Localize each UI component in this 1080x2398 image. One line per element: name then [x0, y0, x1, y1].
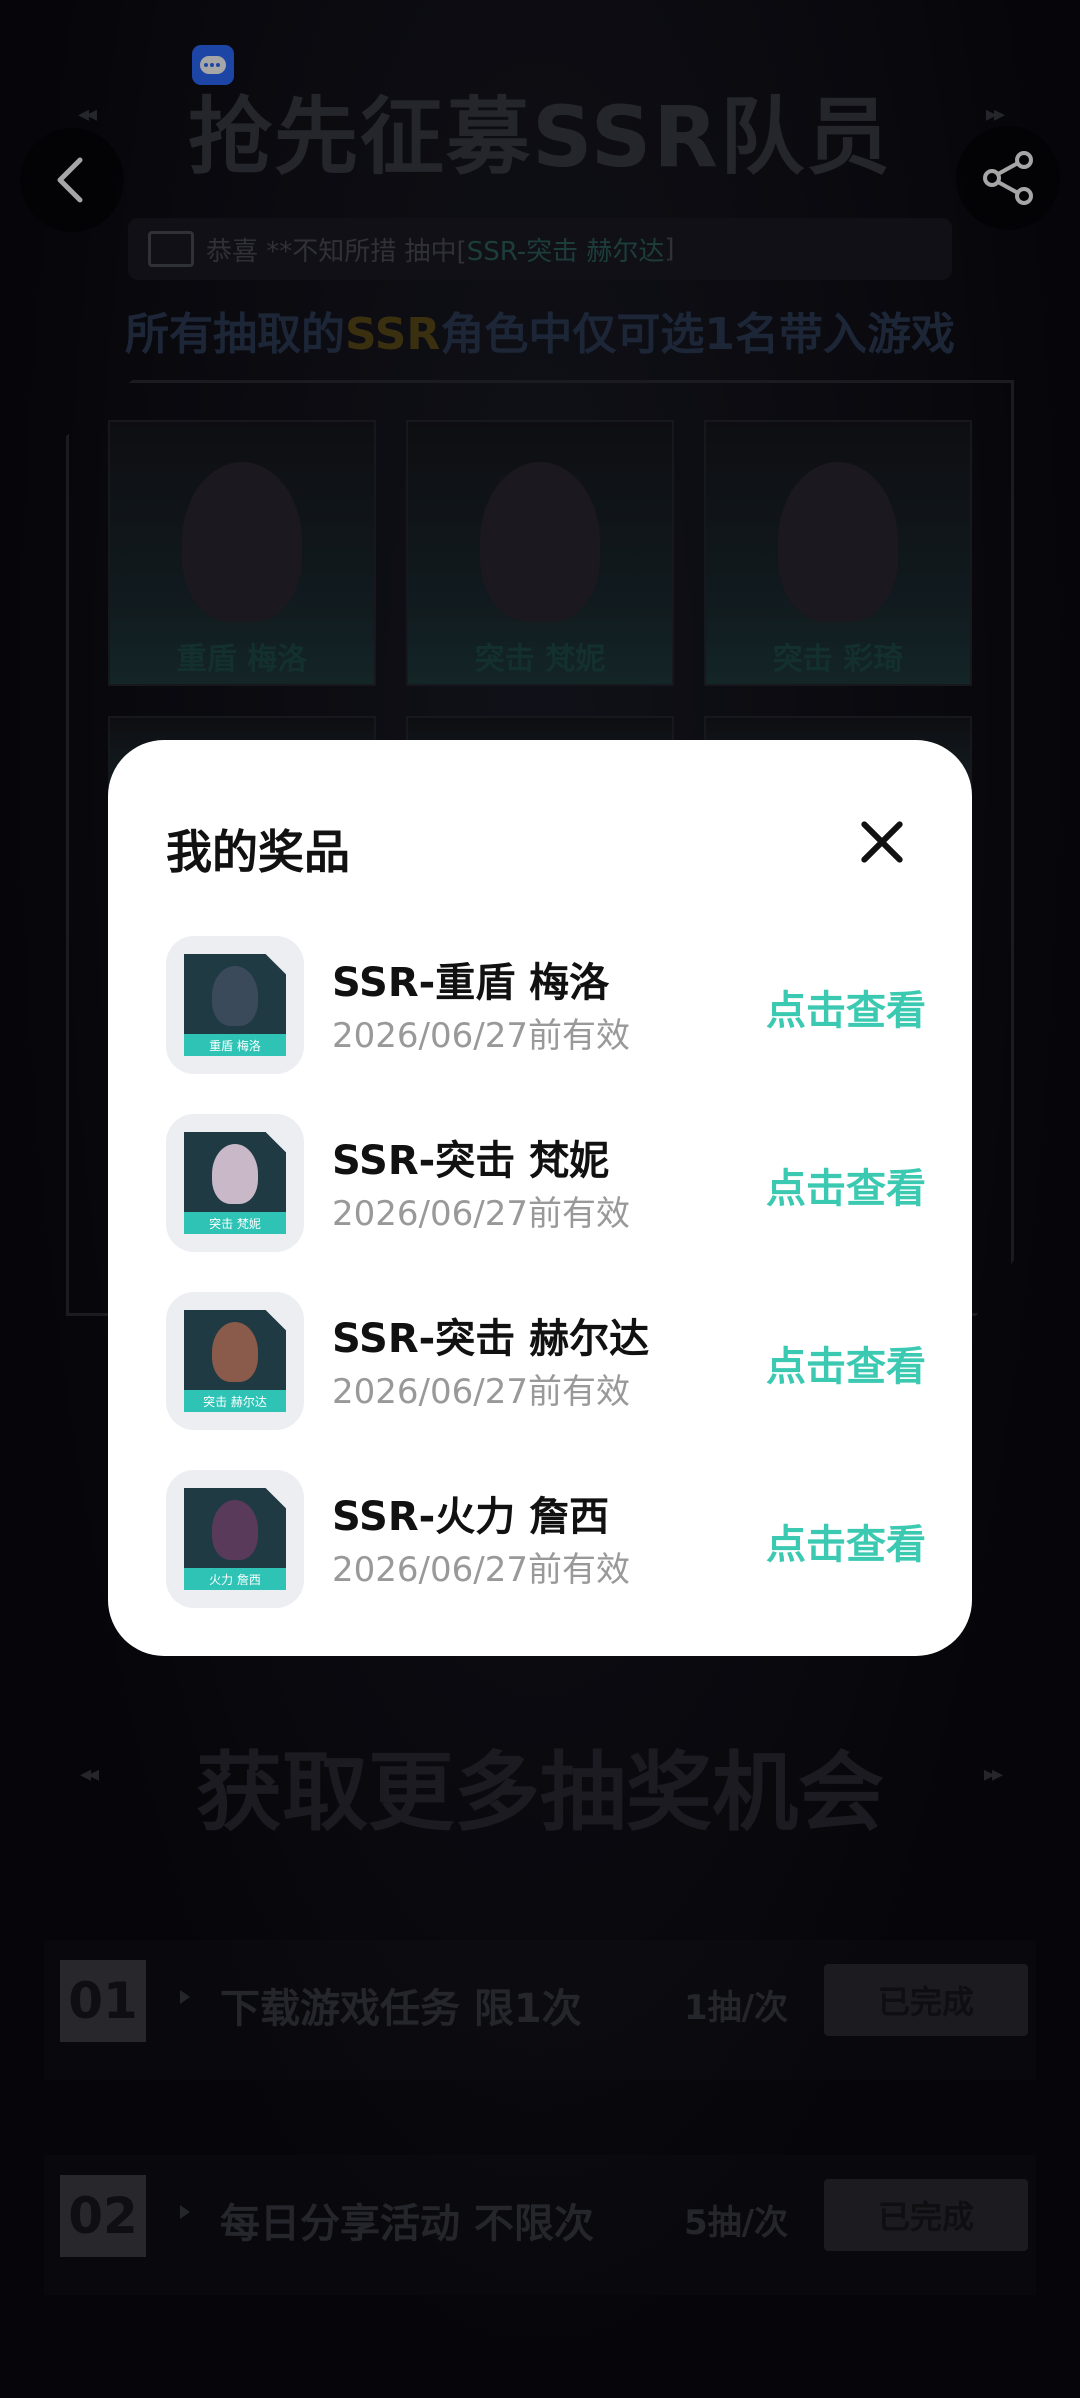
view-prize-button[interactable]: 点击查看	[766, 1156, 926, 1214]
character-portrait	[212, 1144, 258, 1204]
prize-validity: 2026/06/27前有效	[332, 1016, 630, 1056]
card-label: 突击 梵妮	[209, 1217, 261, 1231]
character-portrait	[212, 1322, 258, 1382]
prize-card-image: 突击 梵妮	[184, 1132, 286, 1234]
prize-name: SSR-突击 赫尔达	[332, 1316, 650, 1362]
character-portrait	[212, 966, 258, 1026]
view-prize-button[interactable]: 点击查看	[766, 1334, 926, 1392]
prize-thumbnail: 火力 詹西	[166, 1470, 304, 1608]
view-prize-button[interactable]: 点击查看	[766, 978, 926, 1036]
my-prizes-modal: 我的奖品 重盾 梅洛 SSR-重盾 梅洛 2026/06/27前有效 点击查看 …	[108, 740, 972, 1656]
card-label: 突击 赫尔达	[203, 1395, 267, 1409]
prize-validity: 2026/06/27前有效	[332, 1194, 630, 1234]
prize-card-image: 重盾 梅洛	[184, 954, 286, 1056]
prize-card-image: 突击 赫尔达	[184, 1310, 286, 1412]
prize-thumbnail: 突击 赫尔达	[166, 1292, 304, 1430]
prize-validity: 2026/06/27前有效	[332, 1372, 630, 1412]
modal-title: 我的奖品	[166, 825, 350, 879]
prize-thumbnail: 突击 梵妮	[166, 1114, 304, 1252]
prize-thumbnail: 重盾 梅洛	[166, 936, 304, 1074]
card-label: 火力 詹西	[209, 1573, 261, 1587]
prize-name: SSR-突击 梵妮	[332, 1138, 610, 1184]
prize-name: SSR-重盾 梅洛	[332, 960, 610, 1006]
character-portrait	[212, 1500, 258, 1560]
prize-item: 重盾 梅洛 SSR-重盾 梅洛 2026/06/27前有效 点击查看	[166, 936, 926, 1076]
prize-name: SSR-火力 詹西	[332, 1494, 610, 1540]
view-prize-button[interactable]: 点击查看	[766, 1512, 926, 1570]
prize-item: 突击 赫尔达 SSR-突击 赫尔达 2026/06/27前有效 点击查看	[166, 1292, 926, 1432]
prize-item: 火力 詹西 SSR-火力 詹西 2026/06/27前有效 点击查看	[166, 1470, 926, 1610]
card-label: 重盾 梅洛	[209, 1039, 261, 1053]
prize-validity: 2026/06/27前有效	[332, 1550, 630, 1590]
prize-card-image: 火力 詹西	[184, 1488, 286, 1590]
close-icon[interactable]	[858, 818, 906, 866]
prize-item: 突击 梵妮 SSR-突击 梵妮 2026/06/27前有效 点击查看	[166, 1114, 926, 1254]
